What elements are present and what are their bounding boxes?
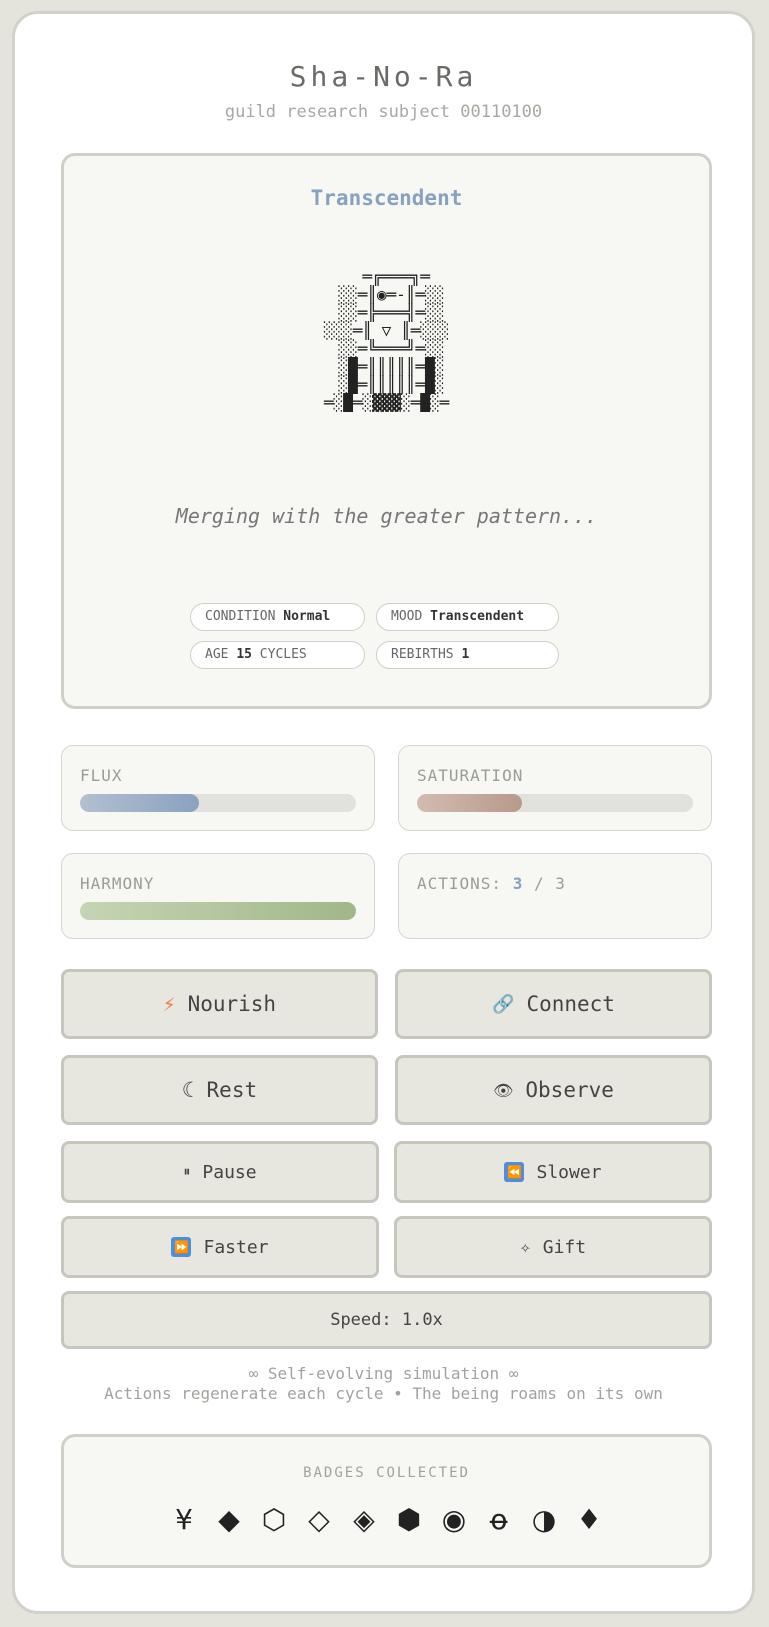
nourish-button[interactable]: ⚡ Nourish	[61, 969, 378, 1039]
age-value: 15	[236, 647, 252, 662]
badge-filled-diamond-icon: ◆	[218, 1503, 240, 1536]
badge-yen-icon: ¥	[175, 1503, 193, 1536]
fast-forward-icon: ⏩	[171, 1237, 192, 1257]
creature-stage: Transcendent ═╔═══╗═ ░░═║◉═-║═░░ ░░═╠═══…	[61, 153, 712, 709]
lightning-icon: ⚡	[162, 992, 176, 1016]
condition-value: Normal	[283, 609, 331, 624]
flux-stat: FLUX	[61, 745, 375, 831]
rewind-icon: ⏪	[504, 1162, 525, 1182]
page-subtitle: guild research subject 00110100	[224, 102, 543, 122]
actions-stat: ACTIONS: 3 / 3	[398, 853, 712, 939]
badges-panel: BADGES COLLECTED ¥ ◆ ⬡ ◇ ◈ ⬢ ◉ o̶ ◑ ♦	[61, 1434, 712, 1568]
mood-pill: MOOD Transcendent	[376, 603, 559, 631]
sparkle-icon: ✧	[519, 1236, 531, 1258]
age-label: AGE	[205, 647, 229, 662]
flux-bar	[80, 794, 356, 812]
main-card: Sha-No-Ra guild research subject 0011010…	[12, 11, 755, 1614]
age-pill: AGE 15 CYCLES	[190, 641, 365, 669]
mood-value: Transcendent	[430, 609, 525, 624]
badge-diamond-dot-icon: ◈	[353, 1503, 375, 1536]
connect-label: Connect	[526, 992, 615, 1016]
pause-icon: ⏸	[183, 1164, 191, 1180]
faster-button[interactable]: ⏩ Faster	[61, 1216, 379, 1278]
slower-button[interactable]: ⏪ Slower	[394, 1141, 712, 1203]
stage-message: Merging with the greater pattern...	[175, 504, 598, 528]
creature-ascii-art: ═╔═══╗═ ░░═║◉═-║═░░ ░░═╠═══╣═░░ ░░░═║ ▽ …	[323, 267, 450, 412]
page-title: Sha-No-Ra	[289, 60, 478, 93]
actions-counter: ACTIONS: 3 / 3	[417, 874, 566, 893]
speed-label: Speed: 1.0x	[330, 1310, 443, 1330]
slower-label: Slower	[536, 1161, 602, 1183]
eye-icon: 👁	[493, 1080, 514, 1100]
observe-label: Observe	[525, 1078, 614, 1102]
rebirths-label: REBIRTHS	[391, 647, 454, 662]
condition-label: CONDITION	[205, 609, 276, 624]
link-icon: 🔗	[492, 993, 515, 1015]
footer-hint: Actions regenerate each cycle • The bein…	[104, 1384, 663, 1403]
badge-diamond-outline-icon: ◇	[308, 1503, 330, 1536]
condition-pill: CONDITION Normal	[190, 603, 365, 631]
badge-filled-hexagon-icon: ⬢	[396, 1503, 422, 1536]
badge-bullseye-icon: ◉	[441, 1503, 467, 1536]
harmony-bar-fill	[80, 902, 356, 920]
observe-button[interactable]: 👁 Observe	[395, 1055, 712, 1125]
flux-label: FLUX	[80, 766, 123, 785]
footer-tagline: ∞ Self-evolving simulation ∞	[248, 1364, 519, 1383]
actions-label: ACTIONS:	[417, 874, 503, 893]
actions-max: 3	[555, 874, 566, 893]
stage-mood-title: Transcendent	[310, 186, 463, 210]
saturation-bar	[417, 794, 693, 812]
harmony-stat: HARMONY	[61, 853, 375, 939]
flux-bar-fill	[80, 794, 199, 812]
nourish-label: Nourish	[187, 992, 277, 1016]
saturation-stat: SATURATION	[398, 745, 712, 831]
harmony-bar	[80, 902, 356, 920]
badge-hexagon-outline-icon: ⬡	[261, 1503, 287, 1536]
moon-icon: ☾	[181, 1078, 195, 1102]
badge-half-circle-icon: ◑	[531, 1503, 557, 1536]
gift-button[interactable]: ✧ Gift	[394, 1216, 712, 1278]
badge-row: ¥ ◆ ⬡ ◇ ◈ ⬢ ◉ o̶ ◑ ♦	[64, 1503, 709, 1536]
harmony-label: HARMONY	[80, 874, 155, 893]
rest-button[interactable]: ☾ Rest	[61, 1055, 378, 1125]
faster-label: Faster	[203, 1236, 269, 1258]
badge-comet-icon: o̶	[490, 1503, 508, 1536]
age-unit: CYCLES	[259, 647, 307, 662]
speed-button[interactable]: Speed: 1.0x	[61, 1291, 712, 1349]
rebirths-pill: REBIRTHS 1	[376, 641, 559, 669]
badge-small-diamond-icon: ♦	[576, 1503, 602, 1536]
rebirths-value: 1	[461, 647, 470, 662]
connect-button[interactable]: 🔗 Connect	[395, 969, 712, 1039]
rest-label: Rest	[206, 1078, 258, 1102]
mood-label: MOOD	[391, 609, 423, 624]
actions-current: 3	[512, 874, 524, 893]
saturation-bar-fill	[417, 794, 522, 812]
badges-title: BADGES COLLECTED	[303, 1465, 470, 1481]
pause-button[interactable]: ⏸ Pause	[61, 1141, 379, 1203]
pause-label: Pause	[202, 1161, 257, 1183]
saturation-label: SATURATION	[417, 766, 524, 785]
gift-label: Gift	[542, 1236, 587, 1258]
actions-separator: /	[533, 874, 545, 893]
